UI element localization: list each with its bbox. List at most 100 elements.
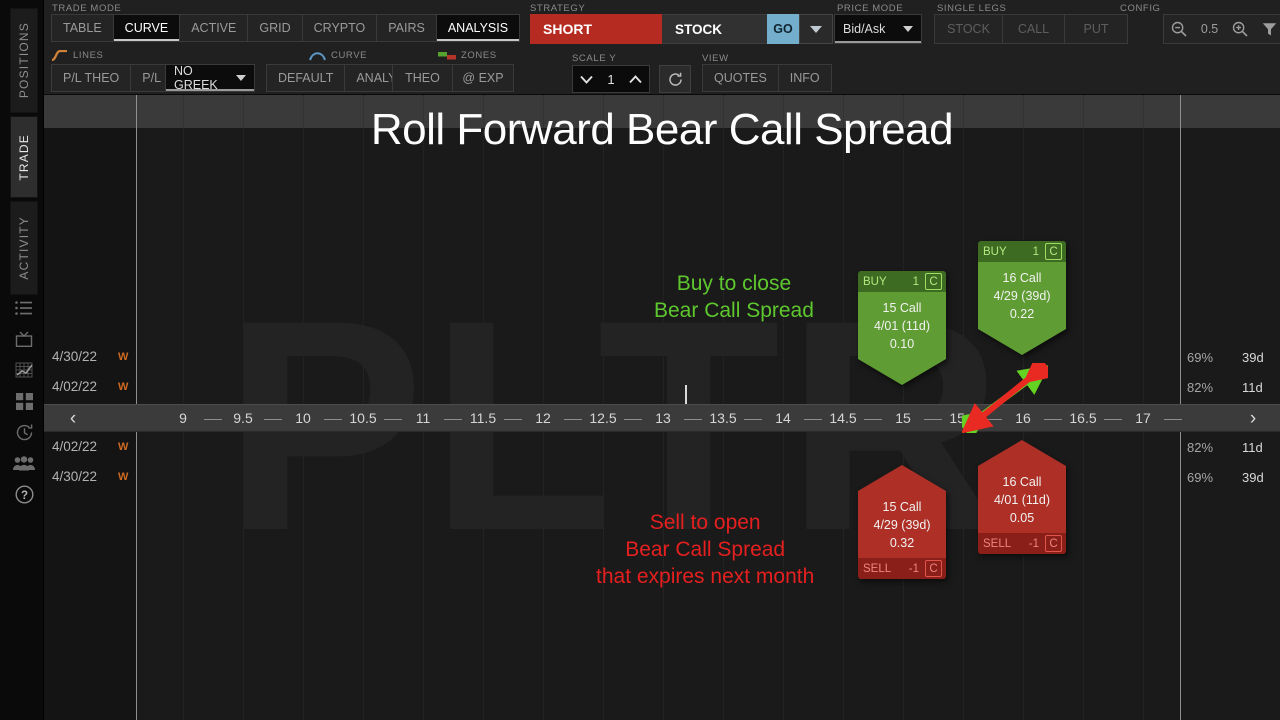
row-date-above-2: 4/02/22: [52, 379, 98, 394]
option-leg-side: SELL: [863, 562, 892, 575]
curve-label: CURVE: [331, 50, 368, 61]
option-leg-body: 15 Call 4/01 (11d) 0.10: [858, 292, 946, 360]
grid-squares-icon[interactable]: [10, 387, 38, 415]
left-rail: POSITIONS TRADE ACTIVITY ?: [0, 0, 44, 720]
annotation-line: Buy to close: [676, 272, 792, 295]
single-leg-put-button[interactable]: PUT: [1065, 15, 1127, 43]
scale-y-value: 1: [607, 71, 615, 87]
axis-prev-button[interactable]: ‹: [50, 405, 96, 433]
view-info-button[interactable]: INFO: [779, 65, 831, 91]
annotation-line: Sell to open: [649, 511, 761, 534]
people-icon[interactable]: [10, 449, 38, 477]
option-leg-buy-1[interactable]: BUY 1 C 16 Call 4/29 (39d) 0.22: [978, 241, 1066, 356]
zones-buttons: THEO @ EXP: [392, 64, 514, 92]
monitor-icon[interactable]: [10, 325, 38, 353]
view-label: VIEW: [702, 53, 729, 64]
config-label: CONFIG: [1120, 3, 1161, 14]
axis-next-button[interactable]: ›: [1230, 405, 1276, 433]
zones-icon: [438, 51, 456, 59]
zones-label: ZONES: [461, 50, 497, 61]
option-leg-expiry: 4/01 (11d): [873, 319, 931, 334]
sidebar-tab-activity[interactable]: ACTIVITY: [10, 201, 38, 295]
option-leg-strike: 16 Call: [1002, 271, 1042, 285]
trade-mode-pairs[interactable]: PAIRS: [377, 15, 437, 41]
option-leg-expiry: 4/29 (39d): [873, 518, 931, 533]
option-leg-price: 0.22: [1009, 307, 1035, 322]
filter-icon[interactable]: [1262, 22, 1277, 37]
strategy-dropdown-button[interactable]: [799, 14, 833, 44]
zones-theo-button[interactable]: THEO: [393, 65, 453, 91]
chevron-up-icon[interactable]: [629, 74, 642, 84]
option-leg-header: SELL -1 C: [978, 533, 1066, 555]
sidebar-tab-trade[interactable]: TRADE: [10, 116, 38, 198]
sidebar-tab-positions[interactable]: POSITIONS: [10, 8, 38, 113]
scale-y-stepper[interactable]: 1: [572, 65, 650, 93]
buy-to-close-note: Buy to close Bear Call Spread: [654, 271, 814, 325]
option-leg-price: 0.32: [889, 536, 915, 551]
zones-group-header: ZONES: [438, 50, 497, 61]
scale-y-label: SCALE Y: [572, 53, 617, 64]
trading-platform-window: POSITIONS TRADE ACTIVITY ? TRADE MODE TA…: [0, 0, 1280, 720]
sell-to-open-note: Sell to open Bear Call Spread that expires…: [596, 510, 814, 591]
pl-theo-button[interactable]: P/L THEO: [52, 65, 132, 91]
chart-grid-icon[interactable]: [10, 356, 38, 384]
trade-mode-analysis[interactable]: ANALYSIS: [436, 15, 520, 41]
trade-mode-crypto[interactable]: CRYPTO: [303, 15, 378, 41]
option-leg-pointer: [978, 329, 1066, 356]
single-leg-stock-button[interactable]: STOCK: [935, 15, 1003, 43]
option-leg-strike: 15 Call: [882, 500, 922, 514]
zones-exp-button[interactable]: @ EXP: [453, 65, 513, 91]
chevron-down-icon[interactable]: [580, 75, 593, 84]
option-leg-price: 0.10: [889, 337, 915, 352]
config-toolbar: 0.5: [1163, 14, 1280, 44]
list-icon[interactable]: [10, 294, 38, 322]
single-leg-call-button[interactable]: CALL: [1003, 15, 1065, 43]
trade-mode-curve[interactable]: CURVE: [113, 15, 181, 41]
option-leg-header: BUY 1 C: [858, 271, 946, 292]
row-days-above-1: 39d: [1242, 350, 1264, 365]
strategy-direction[interactable]: SHORT: [530, 14, 662, 44]
annotation-line: Bear Call Spread: [654, 298, 814, 322]
strategy-go-button[interactable]: GO: [767, 14, 799, 44]
x-axis-tick-line: [744, 419, 762, 420]
svg-text:?: ?: [20, 489, 27, 501]
row-tag-below-1: W: [118, 441, 129, 453]
sidebar-tab-trade-label: TRADE: [17, 133, 31, 181]
curve-default-button[interactable]: DEFAULT: [267, 65, 346, 91]
trade-mode-table[interactable]: TABLE: [52, 15, 114, 41]
history-clock-icon[interactable]: [10, 418, 38, 446]
zoom-in-icon[interactable]: [1232, 21, 1248, 37]
option-leg-pointer: [858, 359, 946, 386]
price-mode-select[interactable]: Bid/Ask: [834, 14, 922, 44]
option-leg-strike: 16 Call: [1002, 475, 1042, 489]
zoom-level-value: 0.5: [1200, 22, 1219, 36]
analysis-chart-panel: PLTR Roll Forward Bear Call Spread 4/30/…: [44, 95, 1280, 720]
option-leg-buy-0[interactable]: BUY 1 C 15 Call 4/01 (11d) 0.10: [858, 271, 946, 386]
x-axis-tick: 9: [179, 410, 187, 426]
zoom-out-icon[interactable]: [1171, 21, 1187, 37]
row-days-below-2: 39d: [1242, 470, 1264, 485]
row-pct-below-2: 69%: [1187, 470, 1214, 485]
x-axis-tick-line: [264, 419, 282, 420]
help-icon[interactable]: ?: [10, 480, 38, 508]
row-tag-below-2: W: [118, 471, 129, 483]
chevron-down-icon: [236, 75, 246, 81]
trade-mode-active[interactable]: ACTIVE: [180, 15, 249, 41]
strategy-label: STRATEGY: [530, 3, 586, 14]
greek-select[interactable]: NO GREEK: [165, 64, 255, 92]
trade-mode-buttons: TABLE CURVE ACTIVE GRID CRYPTO PAIRS ANA…: [51, 14, 521, 42]
option-leg-strike: 15 Call: [882, 301, 922, 315]
trade-mode-grid[interactable]: GRID: [248, 15, 303, 41]
row-days-below-1: 11d: [1242, 440, 1263, 455]
row-date-above-1: 4/30/22: [52, 349, 98, 364]
x-axis-tick-line: [804, 419, 822, 420]
x-axis-tick: 14: [775, 410, 791, 426]
option-leg-header: BUY 1 C: [978, 241, 1066, 262]
x-axis-tick: 11: [415, 410, 431, 426]
option-leg-sell-2[interactable]: 15 Call 4/29 (39d) 0.32 SELL -1 C: [858, 465, 946, 580]
strategy-instrument[interactable]: STOCK: [662, 14, 767, 44]
scale-y-reset-button[interactable]: [659, 65, 691, 93]
option-leg-sell-3[interactable]: 16 Call 4/01 (11d) 0.05 SELL -1 C: [978, 440, 1066, 555]
chart-title: Roll Forward Bear Call Spread: [370, 105, 954, 154]
view-quotes-button[interactable]: QUOTES: [703, 65, 779, 91]
